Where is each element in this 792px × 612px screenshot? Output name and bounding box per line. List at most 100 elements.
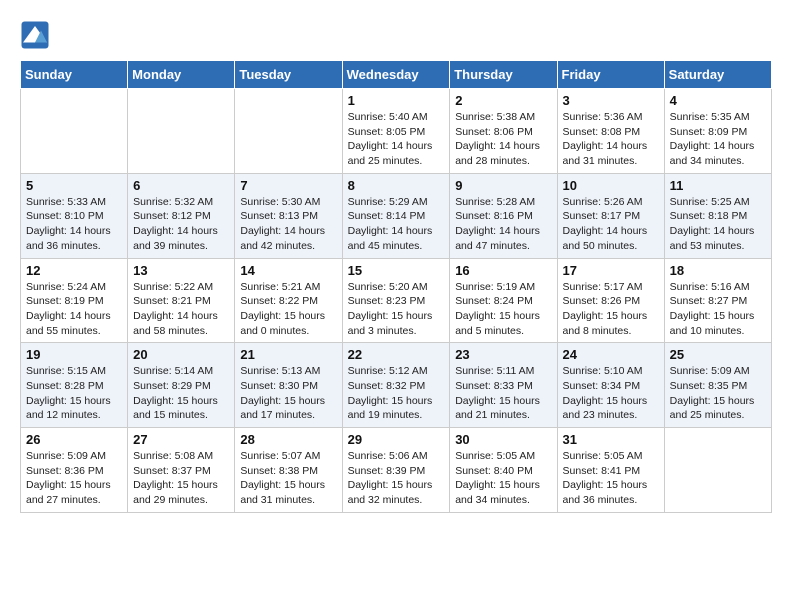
calendar-cell: 17 Sunrise: 5:17 AM Sunset: 8:26 PM Dayli… — [557, 258, 664, 343]
col-header-monday: Monday — [128, 61, 235, 89]
day-number: 4 — [670, 93, 766, 108]
calendar-cell: 28 Sunrise: 5:07 AM Sunset: 8:38 PM Dayli… — [235, 428, 342, 513]
calendar-cell: 19 Sunrise: 5:15 AM Sunset: 8:28 PM Dayli… — [21, 343, 128, 428]
calendar-cell: 5 Sunrise: 5:33 AM Sunset: 8:10 PM Daylig… — [21, 173, 128, 258]
day-info: Sunrise: 5:30 AM Sunset: 8:13 PM Dayligh… — [240, 195, 336, 254]
page-header — [20, 20, 772, 50]
calendar-cell: 6 Sunrise: 5:32 AM Sunset: 8:12 PM Daylig… — [128, 173, 235, 258]
day-number: 9 — [455, 178, 551, 193]
calendar-cell: 21 Sunrise: 5:13 AM Sunset: 8:30 PM Dayli… — [235, 343, 342, 428]
day-info: Sunrise: 5:19 AM Sunset: 8:24 PM Dayligh… — [455, 280, 551, 339]
col-header-tuesday: Tuesday — [235, 61, 342, 89]
calendar-cell: 1 Sunrise: 5:40 AM Sunset: 8:05 PM Daylig… — [342, 89, 450, 174]
day-info: Sunrise: 5:12 AM Sunset: 8:32 PM Dayligh… — [348, 364, 445, 423]
day-info: Sunrise: 5:07 AM Sunset: 8:38 PM Dayligh… — [240, 449, 336, 508]
day-number: 1 — [348, 93, 445, 108]
day-info: Sunrise: 5:14 AM Sunset: 8:29 PM Dayligh… — [133, 364, 229, 423]
day-number: 11 — [670, 178, 766, 193]
day-info: Sunrise: 5:38 AM Sunset: 8:06 PM Dayligh… — [455, 110, 551, 169]
calendar-cell: 8 Sunrise: 5:29 AM Sunset: 8:14 PM Daylig… — [342, 173, 450, 258]
day-number: 19 — [26, 347, 122, 362]
calendar-cell: 20Sunrise: 5:14 AM Sunset: 8:29 PM Dayli… — [128, 343, 235, 428]
day-info: Sunrise: 5:32 AM Sunset: 8:12 PM Dayligh… — [133, 195, 229, 254]
calendar-cell: 29 Sunrise: 5:06 AM Sunset: 8:39 PM Dayli… — [342, 428, 450, 513]
calendar-cell — [235, 89, 342, 174]
day-info: Sunrise: 5:10 AM Sunset: 8:34 PM Dayligh… — [563, 364, 659, 423]
calendar-cell: 30Sunrise: 5:05 AM Sunset: 8:40 PM Dayli… — [450, 428, 557, 513]
calendar-cell: 12Sunrise: 5:24 AM Sunset: 8:19 PM Dayli… — [21, 258, 128, 343]
day-info: Sunrise: 5:17 AM Sunset: 8:26 PM Dayligh… — [563, 280, 659, 339]
day-info: Sunrise: 5:26 AM Sunset: 8:17 PM Dayligh… — [563, 195, 659, 254]
calendar-cell: 23 Sunrise: 5:11 AM Sunset: 8:33 PM Dayli… — [450, 343, 557, 428]
day-number: 27 — [133, 432, 229, 447]
day-number: 3 — [563, 93, 659, 108]
calendar-cell: 2 Sunrise: 5:38 AM Sunset: 8:06 PM Daylig… — [450, 89, 557, 174]
calendar-cell — [664, 428, 771, 513]
calendar-cell: 11Sunrise: 5:25 AM Sunset: 8:18 PM Dayli… — [664, 173, 771, 258]
calendar-header-row: SundayMondayTuesdayWednesdayThursdayFrid… — [21, 61, 772, 89]
calendar-cell: 27 Sunrise: 5:08 AM Sunset: 8:37 PM Dayli… — [128, 428, 235, 513]
calendar-cell: 13 Sunrise: 5:22 AM Sunset: 8:21 PM Dayli… — [128, 258, 235, 343]
calendar-cell: 3 Sunrise: 5:36 AM Sunset: 8:08 PM Daylig… — [557, 89, 664, 174]
calendar-cell: 24 Sunrise: 5:10 AM Sunset: 8:34 PM Dayli… — [557, 343, 664, 428]
calendar-cell — [128, 89, 235, 174]
day-info: Sunrise: 5:08 AM Sunset: 8:37 PM Dayligh… — [133, 449, 229, 508]
day-number: 28 — [240, 432, 336, 447]
day-info: Sunrise: 5:36 AM Sunset: 8:08 PM Dayligh… — [563, 110, 659, 169]
day-number: 5 — [26, 178, 122, 193]
calendar-cell: 15 Sunrise: 5:20 AM Sunset: 8:23 PM Dayli… — [342, 258, 450, 343]
calendar-week-row: 19 Sunrise: 5:15 AM Sunset: 8:28 PM Dayli… — [21, 343, 772, 428]
calendar-cell: 18Sunrise: 5:16 AM Sunset: 8:27 PM Dayli… — [664, 258, 771, 343]
day-number: 30 — [455, 432, 551, 447]
day-info: Sunrise: 5:22 AM Sunset: 8:21 PM Dayligh… — [133, 280, 229, 339]
day-info: Sunrise: 5:09 AM Sunset: 8:36 PM Dayligh… — [26, 449, 122, 508]
calendar-cell: 25 Sunrise: 5:09 AM Sunset: 8:35 PM Dayli… — [664, 343, 771, 428]
calendar-cell: 26 Sunrise: 5:09 AM Sunset: 8:36 PM Dayli… — [21, 428, 128, 513]
day-info: Sunrise: 5:20 AM Sunset: 8:23 PM Dayligh… — [348, 280, 445, 339]
day-number: 2 — [455, 93, 551, 108]
day-info: Sunrise: 5:33 AM Sunset: 8:10 PM Dayligh… — [26, 195, 122, 254]
calendar-cell: 22 Sunrise: 5:12 AM Sunset: 8:32 PM Dayli… — [342, 343, 450, 428]
day-number: 29 — [348, 432, 445, 447]
calendar-cell: 9 Sunrise: 5:28 AM Sunset: 8:16 PM Daylig… — [450, 173, 557, 258]
day-info: Sunrise: 5:29 AM Sunset: 8:14 PM Dayligh… — [348, 195, 445, 254]
day-number: 6 — [133, 178, 229, 193]
day-number: 16 — [455, 263, 551, 278]
day-number: 17 — [563, 263, 659, 278]
logo — [20, 20, 52, 50]
day-number: 8 — [348, 178, 445, 193]
day-number: 12 — [26, 263, 122, 278]
calendar-cell: 16 Sunrise: 5:19 AM Sunset: 8:24 PM Dayli… — [450, 258, 557, 343]
day-number: 23 — [455, 347, 551, 362]
day-number: 21 — [240, 347, 336, 362]
day-number: 25 — [670, 347, 766, 362]
day-info: Sunrise: 5:11 AM Sunset: 8:33 PM Dayligh… — [455, 364, 551, 423]
day-info: Sunrise: 5:35 AM Sunset: 8:09 PM Dayligh… — [670, 110, 766, 169]
day-info: Sunrise: 5:13 AM Sunset: 8:30 PM Dayligh… — [240, 364, 336, 423]
calendar-cell: 31Sunrise: 5:05 AM Sunset: 8:41 PM Dayli… — [557, 428, 664, 513]
day-number: 13 — [133, 263, 229, 278]
col-header-friday: Friday — [557, 61, 664, 89]
calendar-cell: 14Sunrise: 5:21 AM Sunset: 8:22 PM Dayli… — [235, 258, 342, 343]
col-header-thursday: Thursday — [450, 61, 557, 89]
day-number: 26 — [26, 432, 122, 447]
day-info: Sunrise: 5:05 AM Sunset: 8:41 PM Dayligh… — [563, 449, 659, 508]
day-number: 22 — [348, 347, 445, 362]
day-number: 14 — [240, 263, 336, 278]
col-header-wednesday: Wednesday — [342, 61, 450, 89]
day-number: 18 — [670, 263, 766, 278]
day-info: Sunrise: 5:06 AM Sunset: 8:39 PM Dayligh… — [348, 449, 445, 508]
day-number: 15 — [348, 263, 445, 278]
calendar-week-row: 5 Sunrise: 5:33 AM Sunset: 8:10 PM Daylig… — [21, 173, 772, 258]
day-info: Sunrise: 5:09 AM Sunset: 8:35 PM Dayligh… — [670, 364, 766, 423]
day-info: Sunrise: 5:40 AM Sunset: 8:05 PM Dayligh… — [348, 110, 445, 169]
calendar-week-row: 1 Sunrise: 5:40 AM Sunset: 8:05 PM Daylig… — [21, 89, 772, 174]
col-header-saturday: Saturday — [664, 61, 771, 89]
calendar-week-row: 26 Sunrise: 5:09 AM Sunset: 8:36 PM Dayli… — [21, 428, 772, 513]
day-info: Sunrise: 5:28 AM Sunset: 8:16 PM Dayligh… — [455, 195, 551, 254]
day-number: 24 — [563, 347, 659, 362]
day-info: Sunrise: 5:15 AM Sunset: 8:28 PM Dayligh… — [26, 364, 122, 423]
calendar-cell: 4 Sunrise: 5:35 AM Sunset: 8:09 PM Daylig… — [664, 89, 771, 174]
calendar-cell — [21, 89, 128, 174]
day-number: 10 — [563, 178, 659, 193]
